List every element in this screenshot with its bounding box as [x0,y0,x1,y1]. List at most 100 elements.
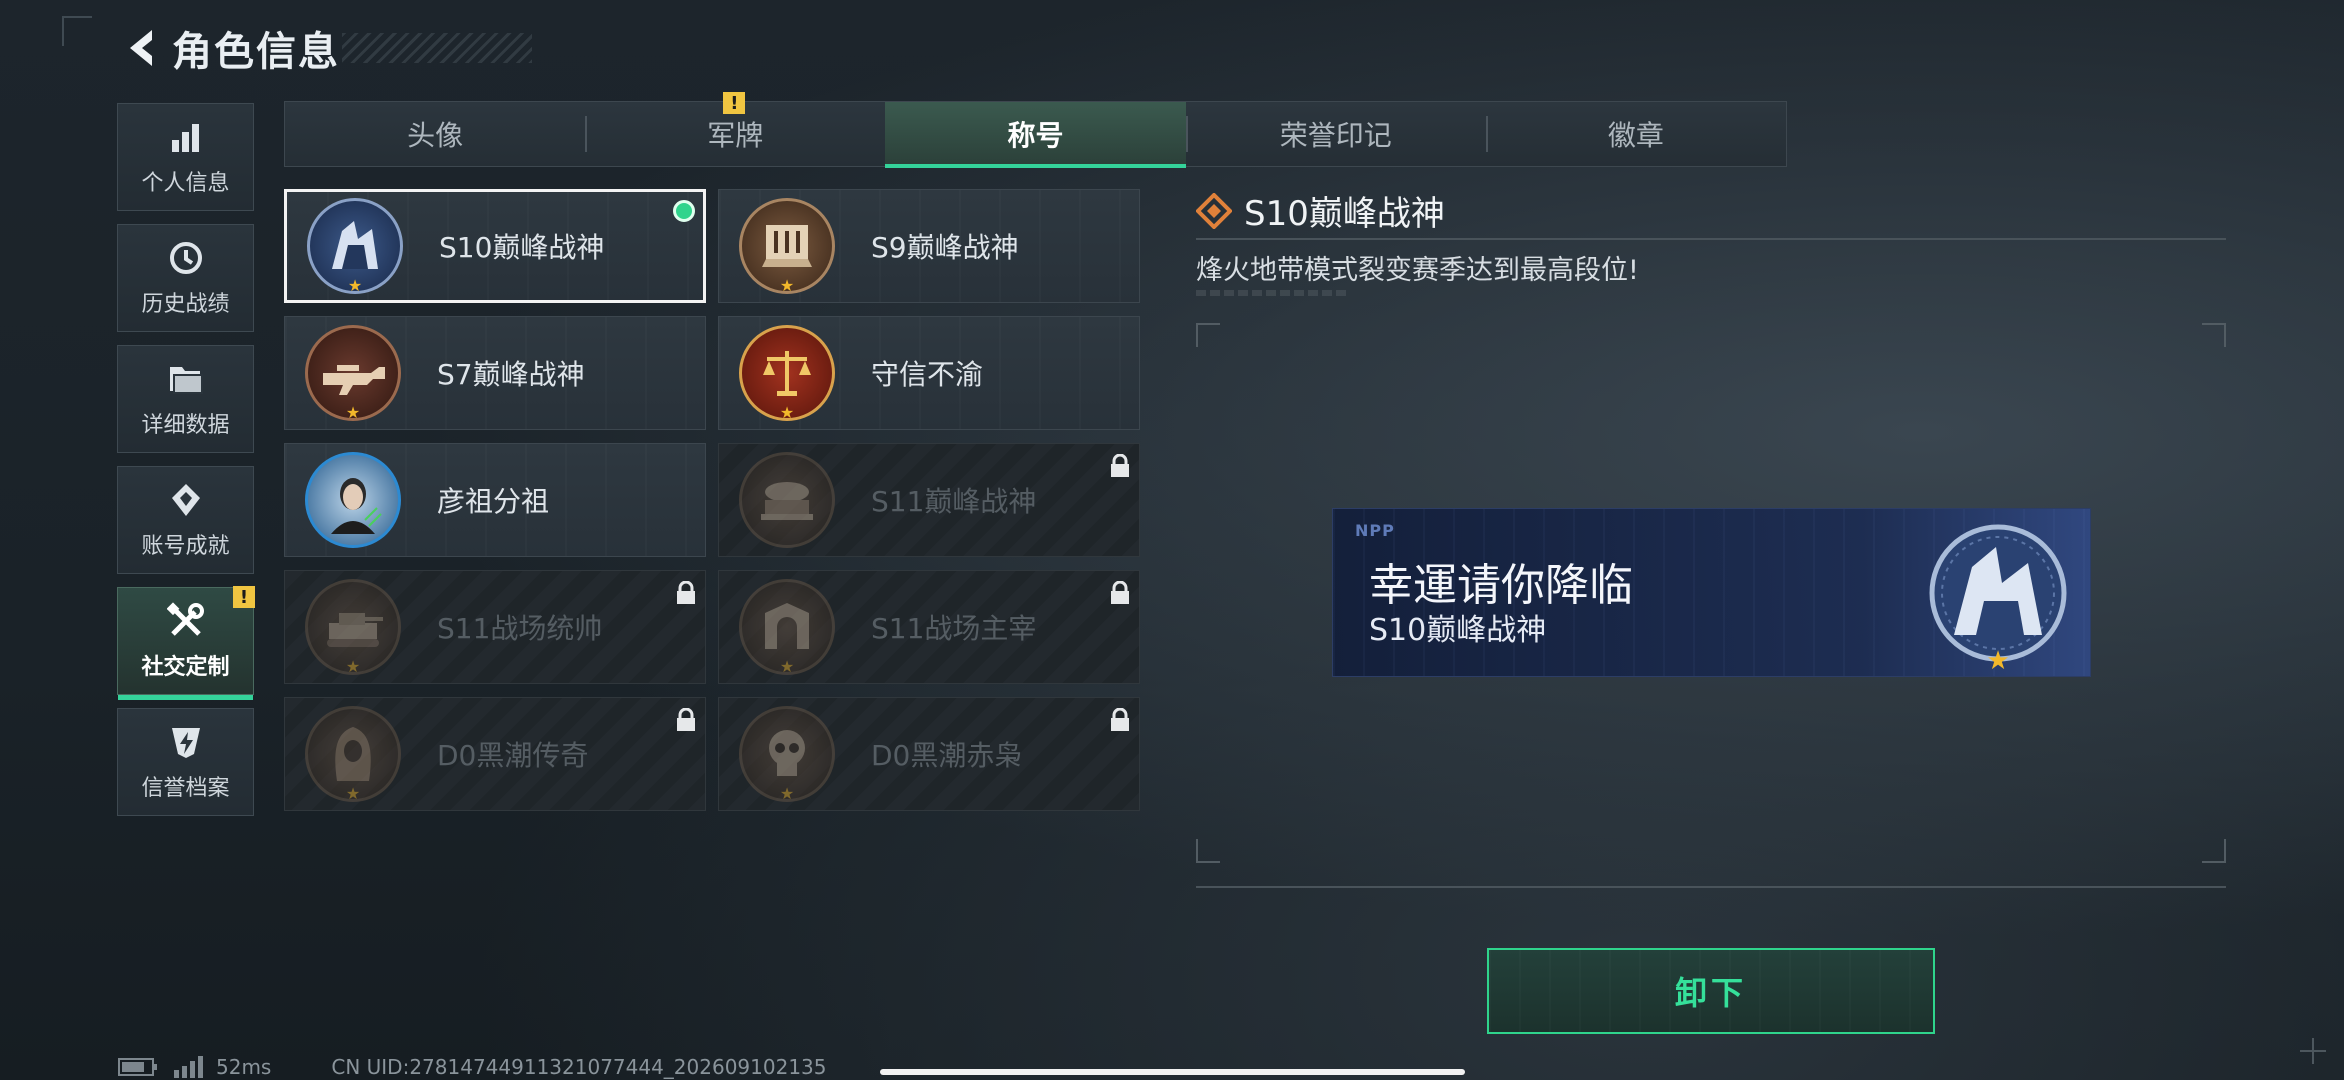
sidebar-item-detailed-data[interactable]: 详细数据 [117,345,254,453]
bar-chart-icon [166,117,206,157]
star-icon: ★ [779,657,795,676]
home-indicator[interactable] [880,1069,1465,1075]
title-name: 守信不渝 [871,358,984,391]
title-card[interactable]: ★ D0黑潮赤枭 [718,697,1140,811]
ping-value: 52ms [216,1055,272,1079]
sidebar-item-label: 信誉档案 [141,776,230,801]
title-card[interactable]: ★ 守信不渝 [718,316,1140,430]
detail-header: S10巅峰战神 [1196,186,1445,235]
star-icon: ★ [347,276,363,295]
portrait-emblem-icon [305,452,401,548]
tab-label: 称号 [1007,119,1064,152]
title-card[interactable]: ★ S9巅峰战神 [718,189,1140,303]
title-name: S10巅峰战神 [439,231,605,264]
star-icon: ★ [779,276,795,295]
title-card[interactable]: ★ S7巅峰战神 [284,316,706,430]
back-arrow-icon [130,30,152,66]
detail-subtext-decoration [1196,290,1346,296]
title-card[interactable]: ★ S11战场主宰 [718,570,1140,684]
skull-emblem-icon: ★ [739,706,835,803]
s9-peak-emblem-icon: ★ [739,198,835,295]
tab-label: 军牌 [707,119,764,152]
sidebar: 个人信息 历史战绩 详细数据 账号成就 ! 社交定制 信誉档案 [117,103,255,829]
frame-corner [1196,323,1220,347]
s7-peak-emblem-icon: ★ [305,325,401,422]
title-card[interactable]: ★ S10巅峰战神 [284,189,706,303]
svg-text:★: ★ [1986,646,2009,673]
banner-nickname: 幸運请你降临 [1369,560,1633,611]
banner-title: S10巅峰战神 [1369,613,1547,648]
page-header: 角色信息 [118,22,532,75]
tools-icon [166,601,206,641]
star-icon: ★ [345,784,361,803]
tab-avatar[interactable]: 头像 [285,102,585,166]
sidebar-item-history[interactable]: 历史战绩 [117,224,254,332]
frame-corner [2202,839,2226,863]
title-name: S11战场统帅 [437,612,603,645]
equipped-indicator [673,200,695,222]
warning-badge: ! [233,586,255,608]
medal-icon [166,480,206,520]
lock-icon [1111,454,1129,477]
lock-icon [677,581,695,604]
back-button[interactable] [118,22,162,74]
frame-corner [1196,839,1220,863]
uid-text: CN UID:27814744911321077444_202609102135 [331,1055,827,1079]
title-name: D0黑潮传奇 [437,739,589,772]
sidebar-item-personal-info[interactable]: 个人信息 [117,103,254,211]
title-grid: ★ S10巅峰战神 ★ S9巅峰战神 ★ S7巅峰战神 ★ 守信不渝 彦祖分祖 [284,189,1140,811]
detail-title: S10巅峰战神 [1244,194,1445,234]
category-tabs: 头像 ! 军牌 称号 荣誉印记 徽章 [284,92,1787,168]
sidebar-item-achievements[interactable]: 账号成就 [117,466,254,574]
shield-bolt-icon [166,722,206,762]
star-icon: ★ [345,403,361,422]
star-icon: ★ [779,403,795,422]
divider [1196,886,2226,888]
tab-title[interactable]: 称号 [885,102,1186,168]
corner-decoration [62,16,92,46]
frame-corner [2202,323,2226,347]
hooded-figure-emblem-icon: ★ [305,706,401,803]
signal-icon [174,1056,203,1078]
title-name: S11战场主宰 [871,612,1037,645]
lock-icon [677,708,695,731]
tab-badge[interactable]: 徽章 [1485,102,1786,166]
star-icon: ★ [779,784,795,803]
title-card[interactable]: 彦祖分祖 [284,443,706,557]
diamond-icon [1196,192,1232,229]
s11-commander-emblem-icon: ★ [305,579,401,676]
title-name: S7巅峰战神 [437,358,585,391]
unequip-button[interactable]: 卸下 [1487,948,1935,1034]
title-card[interactable]: ★ D0黑潮传奇 [284,697,706,811]
divider [1196,238,2226,240]
title-name: S9巅峰战神 [871,231,1019,264]
tab-honor-mark[interactable]: 荣誉印记 [1185,102,1486,166]
title-card[interactable]: ★ S11战场统帅 [284,570,706,684]
title-preview-banner: NPP 幸運请你降临 S10巅峰战神 ★ [1332,508,2091,677]
status-footer: 52ms CN UID:27814744911321077444_2026091… [118,1055,827,1079]
s11-peak-emblem-icon [739,452,835,548]
header-stripes-decoration [342,33,532,63]
tab-dog-tag[interactable]: ! 军牌 [585,92,885,166]
star-icon: ★ [345,657,361,676]
sidebar-item-label: 详细数据 [141,413,230,438]
title-card[interactable]: S11巅峰战神 [718,443,1140,557]
detail-description: 烽火地带模式裂变赛季达到最高段位! [1196,255,1639,286]
sidebar-item-social-custom[interactable]: ! 社交定制 [117,586,255,700]
lock-icon [1111,581,1129,604]
tab-label: 荣誉印记 [1279,119,1392,152]
plus-decoration-icon [2300,1038,2326,1064]
page-title: 角色信息 [172,29,340,75]
battery-icon [118,1058,157,1076]
title-name: 彦祖分祖 [437,485,550,518]
folder-icon [166,359,206,399]
scales-emblem-icon: ★ [739,325,835,422]
sidebar-item-credit-record[interactable]: 信誉档案 [117,708,254,816]
sidebar-item-label: 账号成就 [141,534,230,559]
title-name: S11巅峰战神 [871,485,1037,518]
sidebar-item-label: 个人信息 [141,171,230,196]
sidebar-item-label: 历史战绩 [141,292,230,317]
tab-label: 头像 [407,119,464,152]
unequip-button-label: 卸下 [1674,974,1747,1012]
s10-peak-emblem-icon: ★ [307,198,403,295]
